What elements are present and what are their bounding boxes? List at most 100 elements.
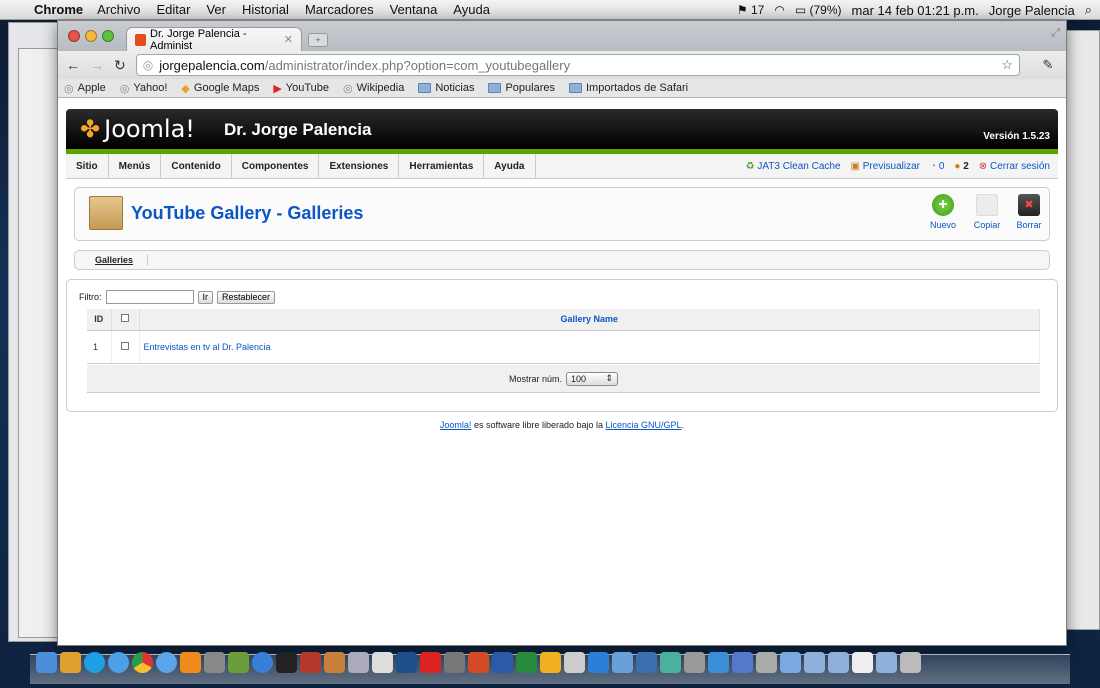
filter-input[interactable] <box>105 290 194 304</box>
menu-sitio[interactable]: Sitio <box>66 153 109 179</box>
acrobat-icon[interactable] <box>420 652 441 673</box>
back-icon[interactable]: ← <box>66 57 80 73</box>
new-button[interactable]: + Nuevo <box>923 194 963 230</box>
powerpoint-icon[interactable] <box>468 652 489 673</box>
dock-app-icon[interactable] <box>612 652 633 673</box>
battery-icon[interactable]: ▭ (79%) <box>795 3 842 17</box>
skype-icon[interactable] <box>84 652 105 673</box>
gallery-name-link[interactable]: Entrevistas en tv al Dr. Palencia <box>140 342 271 352</box>
menu-herramientas[interactable]: Herramientas <box>399 153 485 179</box>
bookmark-google-maps[interactable]: ◆ Google Maps <box>181 82 259 95</box>
dock-app-icon[interactable] <box>660 652 681 673</box>
logout-link[interactable]: ⊗ Cerrar sesión <box>979 161 1050 172</box>
dock-app-icon[interactable] <box>780 652 801 673</box>
limit-select[interactable]: 100 ⇕ <box>566 371 618 386</box>
wifi-icon[interactable]: ◠ <box>774 3 784 17</box>
word-icon[interactable] <box>492 652 513 673</box>
reload-icon[interactable]: ↻ <box>114 57 126 74</box>
select-all-checkbox[interactable] <box>121 314 129 323</box>
document-icon[interactable] <box>852 652 873 673</box>
photos-icon[interactable] <box>324 652 345 673</box>
dock-app-icon[interactable] <box>204 652 225 673</box>
dock-app-icon[interactable] <box>60 652 81 673</box>
bookmark-wikipedia[interactable]: ◎ Wikipedia <box>343 82 404 95</box>
vlc-icon[interactable] <box>180 652 201 673</box>
license-link[interactable]: Licencia GNU/GPL <box>606 420 682 430</box>
menu-extensiones[interactable]: Extensiones <box>319 153 400 179</box>
folder-icon[interactable] <box>876 652 897 673</box>
wrench-menu-icon[interactable]: ✎ <box>1036 57 1060 73</box>
dock-app-icon[interactable] <box>540 652 561 673</box>
bookmark-importados[interactable]: Importados de Safari <box>569 82 688 94</box>
close-window-button[interactable] <box>68 30 80 42</box>
minimize-window-button[interactable] <box>85 30 97 42</box>
forward-icon[interactable]: → <box>90 57 104 73</box>
messages-link[interactable]: ◔ 0 <box>930 161 944 172</box>
spotlight-search-icon[interactable]: ⌕ <box>1085 2 1092 18</box>
user-name[interactable]: Jorge Palencia <box>989 3 1075 18</box>
bookmark-yahoo[interactable]: ◎ Yahoo! <box>120 82 168 95</box>
menu-ventana[interactable]: Ventana <box>390 2 438 17</box>
column-header-id[interactable]: ID <box>87 309 112 331</box>
clock[interactable]: mar 14 feb 01:21 p.m. <box>852 3 979 18</box>
menu-historial[interactable]: Historial <box>242 2 289 17</box>
folder-icon[interactable] <box>804 652 825 673</box>
menu-ver[interactable]: Ver <box>206 2 226 17</box>
safari-icon[interactable] <box>108 652 129 673</box>
excel-icon[interactable] <box>516 652 537 673</box>
folder-icon[interactable] <box>828 652 849 673</box>
dock-app-icon[interactable] <box>444 652 465 673</box>
browser-tab[interactable]: Dr. Jorge Palencia - Administ ✕ <box>126 27 302 52</box>
address-bar[interactable]: ◎ jorgepalencia.com/administrator/index.… <box>135 54 1020 76</box>
users-online[interactable]: ● 2 <box>954 161 968 172</box>
dock-app-icon[interactable] <box>348 652 369 673</box>
app-menu[interactable]: Chrome <box>34 2 83 17</box>
new-button-label: Nuevo <box>929 220 956 230</box>
bookmark-noticias[interactable]: Noticias <box>418 82 474 94</box>
dock-app-icon[interactable] <box>372 652 393 673</box>
new-tab-button[interactable]: + <box>308 33 328 47</box>
menu-ayuda-joomla[interactable]: Ayuda <box>484 153 536 179</box>
delete-button[interactable]: ✖ Borrar <box>1009 194 1049 230</box>
bookmark-populares[interactable]: Populares <box>488 82 555 94</box>
joomla-link[interactable]: Joomla! <box>440 420 472 430</box>
dock-app-icon[interactable] <box>636 652 657 673</box>
bookmark-star-icon[interactable]: ☆ <box>1001 57 1013 73</box>
menu-marcadores[interactable]: Marcadores <box>305 2 374 17</box>
column-header-gallery-name[interactable]: Gallery Name <box>139 309 1040 331</box>
trash-icon[interactable] <box>900 652 921 673</box>
chrome-icon[interactable] <box>132 652 153 673</box>
dock-app-icon[interactable] <box>684 652 705 673</box>
menu-contenido[interactable]: Contenido <box>161 153 232 179</box>
filter-go-button[interactable]: Ir <box>197 290 213 304</box>
submenu-galleries[interactable]: Galleries <box>95 255 133 265</box>
downloads-icon[interactable] <box>708 652 729 673</box>
menu-ayuda[interactable]: Ayuda <box>453 2 490 17</box>
menu-editar[interactable]: Editar <box>156 2 190 17</box>
dock-app-icon[interactable] <box>732 652 753 673</box>
adobe-tray-icon[interactable]: ⚑ 17 <box>737 3 764 17</box>
finder-icon[interactable] <box>36 652 57 673</box>
bookmark-youtube[interactable]: ▶ YouTube <box>273 82 329 95</box>
bookmark-apple[interactable]: ◎ Apple <box>64 82 106 95</box>
dock-app-icon[interactable] <box>276 652 297 673</box>
clean-cache-link[interactable]: ♻ JAT3 Clean Cache <box>746 161 841 172</box>
filter-reset-button[interactable]: Restablecer <box>217 290 276 304</box>
copy-button[interactable]: Copiar <box>967 194 1007 230</box>
zoom-window-button[interactable] <box>102 30 114 42</box>
messages-icon[interactable] <box>156 652 177 673</box>
dropbox-icon[interactable] <box>588 652 609 673</box>
photoshop-icon[interactable] <box>396 652 417 673</box>
fullscreen-icon[interactable]: ⤢ <box>1051 27 1060 40</box>
menu-menus[interactable]: Menús <box>109 153 162 179</box>
menu-archivo[interactable]: Archivo <box>97 2 140 17</box>
dock-app-icon[interactable] <box>300 652 321 673</box>
close-tab-icon[interactable]: ✕ <box>284 33 293 46</box>
dock-app-icon[interactable] <box>564 652 585 673</box>
dock-app-icon[interactable] <box>228 652 249 673</box>
itunes-icon[interactable] <box>252 652 273 673</box>
row-checkbox[interactable] <box>121 341 129 350</box>
preview-link[interactable]: ▣ Previsualizar <box>851 161 920 172</box>
dock-app-icon[interactable] <box>756 652 777 673</box>
menu-componentes[interactable]: Componentes <box>232 153 320 179</box>
